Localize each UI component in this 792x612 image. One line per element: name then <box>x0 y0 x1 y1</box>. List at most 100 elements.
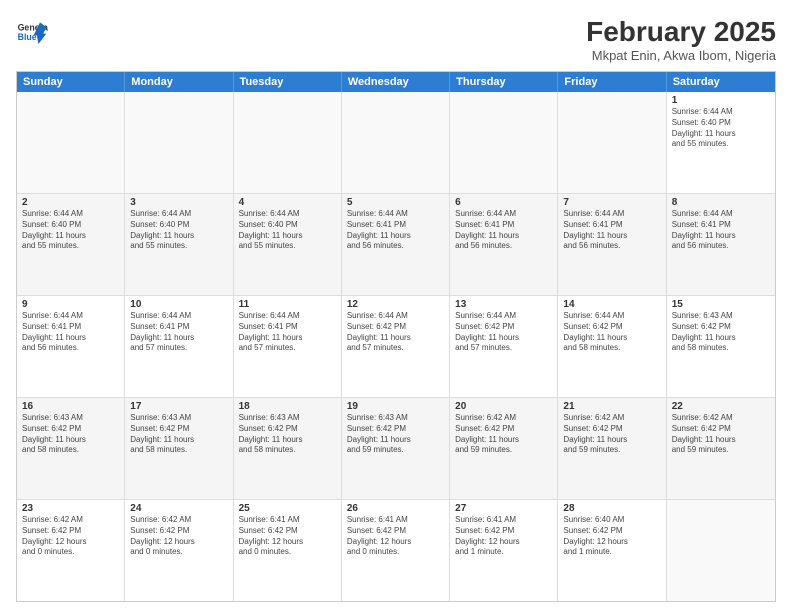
day-number: 10 <box>130 299 227 310</box>
calendar-week-4: 16Sunrise: 6:43 AM Sunset: 6:42 PM Dayli… <box>17 398 775 500</box>
calendar-cell: 3Sunrise: 6:44 AM Sunset: 6:40 PM Daylig… <box>125 194 233 295</box>
header-sunday: Sunday <box>17 72 125 92</box>
title-block: February 2025 Mkpat Enin, Akwa Ibom, Nig… <box>586 16 776 63</box>
day-info: Sunrise: 6:44 AM Sunset: 6:41 PM Dayligh… <box>563 209 660 252</box>
day-number: 19 <box>347 401 444 412</box>
calendar-cell: 19Sunrise: 6:43 AM Sunset: 6:42 PM Dayli… <box>342 398 450 499</box>
header-thursday: Thursday <box>450 72 558 92</box>
calendar-cell: 4Sunrise: 6:44 AM Sunset: 6:40 PM Daylig… <box>234 194 342 295</box>
header-monday: Monday <box>125 72 233 92</box>
calendar-cell: 9Sunrise: 6:44 AM Sunset: 6:41 PM Daylig… <box>17 296 125 397</box>
day-number: 4 <box>239 197 336 208</box>
header: General Blue February 2025 Mkpat Enin, A… <box>16 16 776 63</box>
calendar-cell <box>450 92 558 193</box>
day-number: 8 <box>672 197 770 208</box>
calendar-cell: 22Sunrise: 6:42 AM Sunset: 6:42 PM Dayli… <box>667 398 775 499</box>
day-number: 17 <box>130 401 227 412</box>
day-info: Sunrise: 6:43 AM Sunset: 6:42 PM Dayligh… <box>22 413 119 456</box>
calendar-cell: 12Sunrise: 6:44 AM Sunset: 6:42 PM Dayli… <box>342 296 450 397</box>
calendar-cell: 18Sunrise: 6:43 AM Sunset: 6:42 PM Dayli… <box>234 398 342 499</box>
header-wednesday: Wednesday <box>342 72 450 92</box>
day-info: Sunrise: 6:42 AM Sunset: 6:42 PM Dayligh… <box>455 413 552 456</box>
day-number: 9 <box>22 299 119 310</box>
header-friday: Friday <box>558 72 666 92</box>
calendar-week-2: 2 Sunrise: 6:44 AM Sunset: 6:40 PM Daylig… <box>17 194 775 296</box>
day-number: 6 <box>455 197 552 208</box>
calendar-cell: 28Sunrise: 6:40 AM Sunset: 6:42 PM Dayli… <box>558 500 666 601</box>
calendar-cell: 27Sunrise: 6:41 AM Sunset: 6:42 PM Dayli… <box>450 500 558 601</box>
calendar-cell: 24Sunrise: 6:42 AM Sunset: 6:42 PM Dayli… <box>125 500 233 601</box>
day-info: Sunrise: 6:44 AM Sunset: 6:41 PM Dayligh… <box>455 209 552 252</box>
calendar-cell: 7Sunrise: 6:44 AM Sunset: 6:41 PM Daylig… <box>558 194 666 295</box>
day-number: 18 <box>239 401 336 412</box>
logo-icon: General Blue <box>16 16 48 48</box>
logo: General Blue <box>16 16 48 48</box>
day-info: Sunrise: 6:44 AM Sunset: 6:42 PM Dayligh… <box>563 311 660 354</box>
day-info: Sunrise: 6:42 AM Sunset: 6:42 PM Dayligh… <box>563 413 660 456</box>
day-info: Sunrise: 6:42 AM Sunset: 6:42 PM Dayligh… <box>672 413 770 456</box>
calendar-cell: 5Sunrise: 6:44 AM Sunset: 6:41 PM Daylig… <box>342 194 450 295</box>
day-number: 7 <box>563 197 660 208</box>
calendar-cell: 10Sunrise: 6:44 AM Sunset: 6:41 PM Dayli… <box>125 296 233 397</box>
calendar-cell <box>234 92 342 193</box>
day-info: Sunrise: 6:41 AM Sunset: 6:42 PM Dayligh… <box>455 515 552 558</box>
day-number: 20 <box>455 401 552 412</box>
day-number: 14 <box>563 299 660 310</box>
calendar-week-3: 9Sunrise: 6:44 AM Sunset: 6:41 PM Daylig… <box>17 296 775 398</box>
day-info: Sunrise: 6:43 AM Sunset: 6:42 PM Dayligh… <box>347 413 444 456</box>
day-info: Sunrise: 6:44 AM Sunset: 6:40 PM Dayligh… <box>239 209 336 252</box>
calendar-cell: 15Sunrise: 6:43 AM Sunset: 6:42 PM Dayli… <box>667 296 775 397</box>
day-number: 11 <box>239 299 336 310</box>
calendar-cell: 21Sunrise: 6:42 AM Sunset: 6:42 PM Dayli… <box>558 398 666 499</box>
header-tuesday: Tuesday <box>234 72 342 92</box>
calendar-cell: 20Sunrise: 6:42 AM Sunset: 6:42 PM Dayli… <box>450 398 558 499</box>
day-number: 1 <box>672 95 770 106</box>
day-number: 28 <box>563 503 660 514</box>
day-info: Sunrise: 6:44 AM Sunset: 6:41 PM Dayligh… <box>22 311 119 354</box>
day-number: 27 <box>455 503 552 514</box>
calendar-header: Sunday Monday Tuesday Wednesday Thursday… <box>17 72 775 92</box>
calendar-cell: 16Sunrise: 6:43 AM Sunset: 6:42 PM Dayli… <box>17 398 125 499</box>
calendar-cell: 8Sunrise: 6:44 AM Sunset: 6:41 PM Daylig… <box>667 194 775 295</box>
day-info: Sunrise: 6:43 AM Sunset: 6:42 PM Dayligh… <box>130 413 227 456</box>
day-info: Sunrise: 6:44 AM Sunset: 6:41 PM Dayligh… <box>672 209 770 252</box>
day-number: 12 <box>347 299 444 310</box>
calendar-cell <box>17 92 125 193</box>
day-number: 5 <box>347 197 444 208</box>
header-saturday: Saturday <box>667 72 775 92</box>
day-number: 15 <box>672 299 770 310</box>
calendar-body: 1Sunrise: 6:44 AM Sunset: 6:40 PM Daylig… <box>17 92 775 601</box>
day-number: 16 <box>22 401 119 412</box>
calendar-cell <box>342 92 450 193</box>
day-number: 26 <box>347 503 444 514</box>
day-info: Sunrise: 6:44 AM Sunset: 6:42 PM Dayligh… <box>455 311 552 354</box>
calendar-week-1: 1Sunrise: 6:44 AM Sunset: 6:40 PM Daylig… <box>17 92 775 194</box>
day-number: 25 <box>239 503 336 514</box>
day-info: Sunrise: 6:41 AM Sunset: 6:42 PM Dayligh… <box>347 515 444 558</box>
calendar-cell <box>125 92 233 193</box>
calendar-cell <box>558 92 666 193</box>
day-number: 24 <box>130 503 227 514</box>
day-info: Sunrise: 6:44 AM Sunset: 6:40 PM Dayligh… <box>672 107 770 150</box>
calendar-cell: 17Sunrise: 6:43 AM Sunset: 6:42 PM Dayli… <box>125 398 233 499</box>
day-number: 2 <box>22 197 119 208</box>
calendar-cell: 6Sunrise: 6:44 AM Sunset: 6:41 PM Daylig… <box>450 194 558 295</box>
day-info: Sunrise: 6:44 AM Sunset: 6:42 PM Dayligh… <box>347 311 444 354</box>
day-number: 13 <box>455 299 552 310</box>
day-info: Sunrise: 6:44 AM Sunset: 6:40 PM Dayligh… <box>130 209 227 252</box>
calendar-cell: 14Sunrise: 6:44 AM Sunset: 6:42 PM Dayli… <box>558 296 666 397</box>
calendar-cell: 13Sunrise: 6:44 AM Sunset: 6:42 PM Dayli… <box>450 296 558 397</box>
day-number: 3 <box>130 197 227 208</box>
day-number: 23 <box>22 503 119 514</box>
calendar-cell: 26Sunrise: 6:41 AM Sunset: 6:42 PM Dayli… <box>342 500 450 601</box>
subtitle: Mkpat Enin, Akwa Ibom, Nigeria <box>586 48 776 63</box>
day-info: Sunrise: 6:40 AM Sunset: 6:42 PM Dayligh… <box>563 515 660 558</box>
calendar-cell: 23Sunrise: 6:42 AM Sunset: 6:42 PM Dayli… <box>17 500 125 601</box>
day-info: Sunrise: 6:43 AM Sunset: 6:42 PM Dayligh… <box>239 413 336 456</box>
main-title: February 2025 <box>586 16 776 48</box>
svg-text:Blue: Blue <box>18 32 37 42</box>
day-number: 21 <box>563 401 660 412</box>
calendar-week-5: 23Sunrise: 6:42 AM Sunset: 6:42 PM Dayli… <box>17 500 775 601</box>
day-info: Sunrise: 6:42 AM Sunset: 6:42 PM Dayligh… <box>22 515 119 558</box>
page: General Blue February 2025 Mkpat Enin, A… <box>0 0 792 612</box>
